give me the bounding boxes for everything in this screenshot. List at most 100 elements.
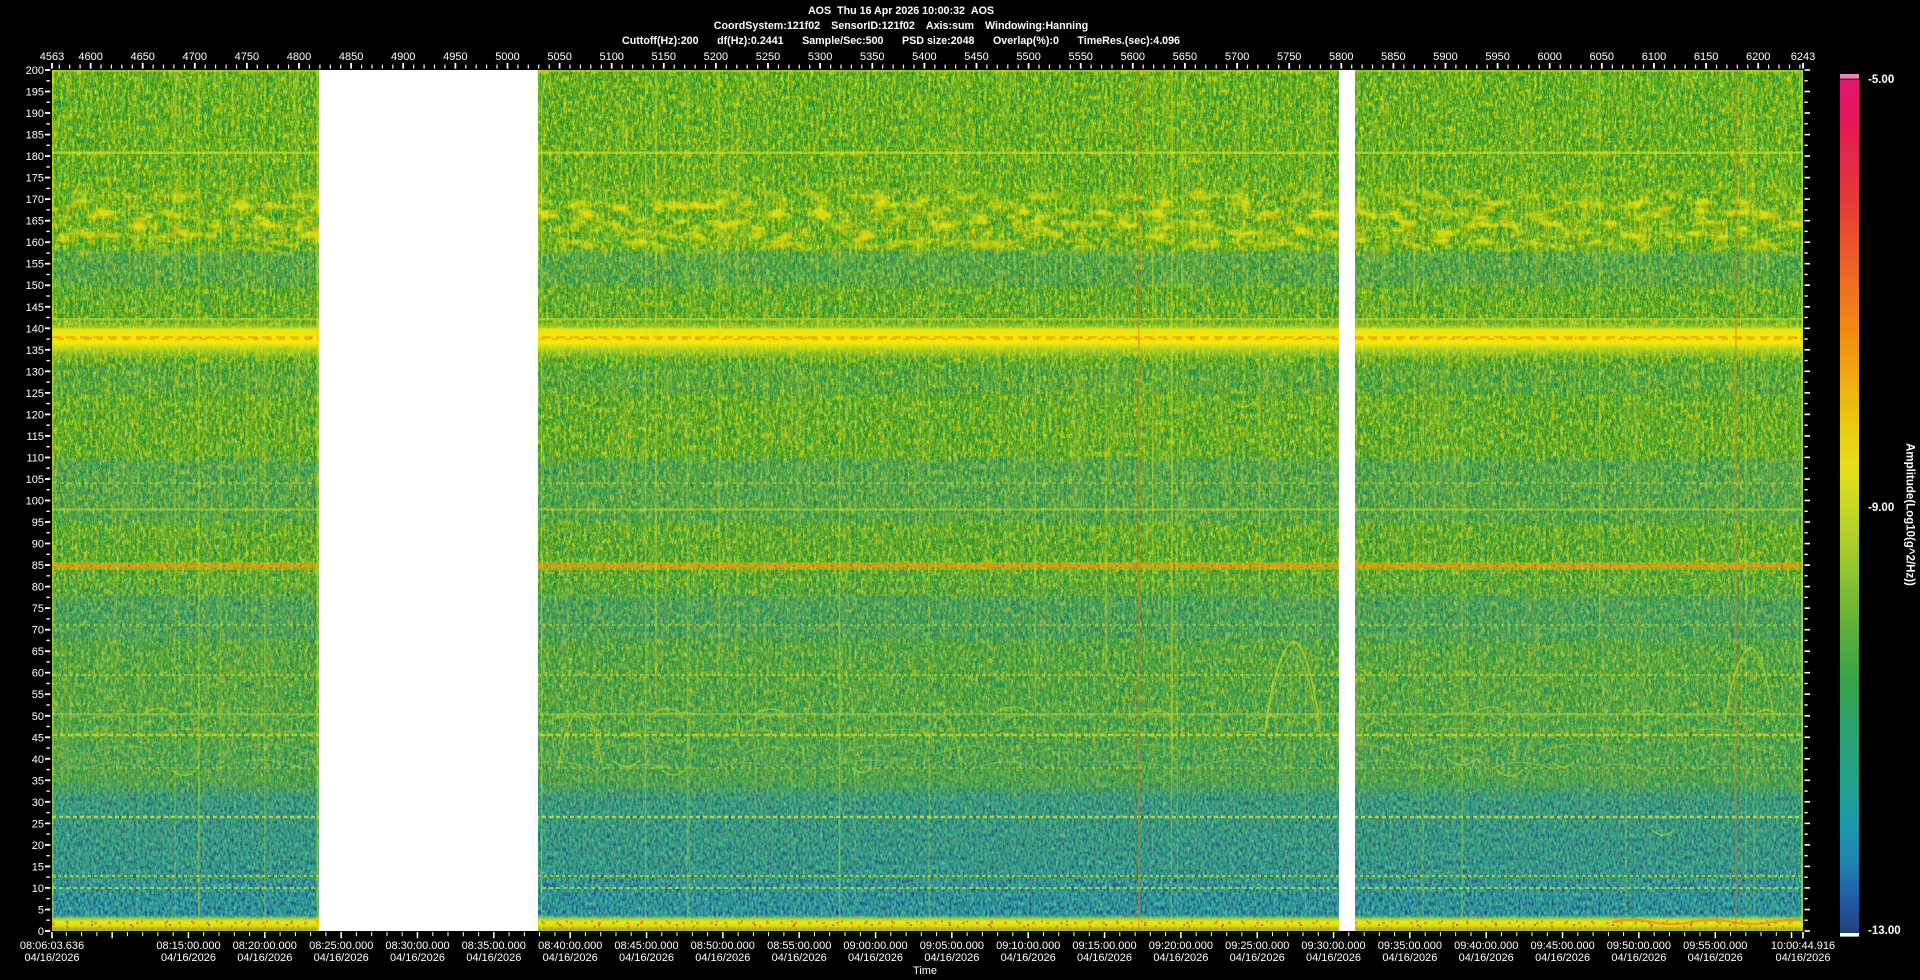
svg-text:185: 185: [26, 130, 44, 142]
svg-text:5750: 5750: [1277, 51, 1301, 63]
svg-text:15: 15: [32, 861, 44, 873]
svg-text:04/16/2026: 04/16/2026: [1382, 952, 1437, 964]
svg-text:45: 45: [32, 732, 44, 744]
svg-text:75: 75: [32, 603, 44, 615]
svg-text:04/16/2026: 04/16/2026: [1230, 952, 1285, 964]
svg-text:04/16/2026: 04/16/2026: [466, 952, 521, 964]
svg-text:5350: 5350: [860, 51, 884, 63]
svg-text:35: 35: [32, 775, 44, 787]
svg-text:08:30:00.000: 08:30:00.000: [385, 940, 449, 952]
svg-text:4700: 4700: [183, 51, 207, 63]
svg-text:65: 65: [32, 646, 44, 658]
svg-text:6050: 6050: [1590, 51, 1614, 63]
svg-text:4800: 4800: [287, 51, 311, 63]
svg-text:95: 95: [32, 517, 44, 529]
svg-text:4750: 4750: [235, 51, 259, 63]
svg-text:5800: 5800: [1329, 51, 1353, 63]
svg-text:5300: 5300: [808, 51, 832, 63]
svg-text:5500: 5500: [1016, 51, 1040, 63]
svg-text:170: 170: [26, 194, 44, 206]
svg-text:50: 50: [32, 711, 44, 723]
svg-text:165: 165: [26, 216, 44, 228]
svg-text:5650: 5650: [1173, 51, 1197, 63]
svg-text:10:00:44.916: 10:00:44.916: [1771, 940, 1835, 952]
svg-text:120: 120: [26, 409, 44, 421]
svg-text:6243: 6243: [1791, 51, 1815, 63]
svg-text:55: 55: [32, 689, 44, 701]
svg-text:5000: 5000: [495, 51, 519, 63]
svg-text:08:45:00.000: 08:45:00.000: [614, 940, 678, 952]
svg-text:Time: Time: [913, 965, 937, 977]
svg-text:5900: 5900: [1433, 51, 1457, 63]
svg-text:04/16/2026: 04/16/2026: [695, 952, 750, 964]
svg-text:130: 130: [26, 366, 44, 378]
svg-text:160: 160: [26, 237, 44, 249]
svg-text:04/16/2026: 04/16/2026: [1459, 952, 1514, 964]
svg-text:5450: 5450: [964, 51, 988, 63]
svg-text:04/16/2026: 04/16/2026: [1153, 952, 1208, 964]
svg-text:105: 105: [26, 474, 44, 486]
svg-text:-5.00: -5.00: [1868, 74, 1894, 86]
svg-text:5400: 5400: [912, 51, 936, 63]
svg-text:04/16/2026: 04/16/2026: [1611, 952, 1666, 964]
svg-text:08:06:03.636: 08:06:03.636: [20, 940, 84, 952]
svg-text:04/16/2026: 04/16/2026: [1775, 952, 1830, 964]
svg-text:135: 135: [26, 345, 44, 357]
svg-text:5050: 5050: [547, 51, 571, 63]
svg-text:09:25:00.000: 09:25:00.000: [1225, 940, 1289, 952]
svg-text:100: 100: [26, 496, 44, 508]
svg-text:09:45:00.000: 09:45:00.000: [1530, 940, 1594, 952]
svg-text:04/16/2026: 04/16/2026: [848, 952, 903, 964]
svg-text:6000: 6000: [1537, 51, 1561, 63]
svg-text:04/16/2026: 04/16/2026: [161, 952, 216, 964]
svg-text:80: 80: [32, 582, 44, 594]
svg-text:09:30:00.000: 09:30:00.000: [1301, 940, 1365, 952]
svg-text:-9.00: -9.00: [1868, 502, 1894, 514]
svg-text:175: 175: [26, 173, 44, 185]
svg-text:90: 90: [32, 539, 44, 551]
svg-text:08:20:00.000: 08:20:00.000: [233, 940, 297, 952]
svg-text:09:55:00.000: 09:55:00.000: [1683, 940, 1747, 952]
svg-text:04/16/2026: 04/16/2026: [1077, 952, 1132, 964]
svg-text:4900: 4900: [391, 51, 415, 63]
svg-text:30: 30: [32, 797, 44, 809]
svg-text:145: 145: [26, 302, 44, 314]
svg-text:08:55:00.000: 08:55:00.000: [767, 940, 831, 952]
svg-text:5: 5: [38, 905, 44, 917]
svg-text:08:40:00.000: 08:40:00.000: [538, 940, 602, 952]
svg-text:09:05:00.000: 09:05:00.000: [920, 940, 984, 952]
svg-text:04/16/2026: 04/16/2026: [1306, 952, 1361, 964]
svg-text:-13.00: -13.00: [1868, 925, 1901, 937]
svg-text:4563: 4563: [40, 51, 64, 63]
svg-text:08:35:00.000: 08:35:00.000: [462, 940, 526, 952]
svg-text:5100: 5100: [599, 51, 623, 63]
svg-text:60: 60: [32, 668, 44, 680]
svg-text:Amplitude(Log10(g^2/Hz)): Amplitude(Log10(g^2/Hz)): [1904, 443, 1916, 586]
svg-text:155: 155: [26, 259, 44, 271]
svg-text:70: 70: [32, 625, 44, 637]
svg-text:04/16/2026: 04/16/2026: [619, 952, 674, 964]
svg-text:08:50:00.000: 08:50:00.000: [691, 940, 755, 952]
svg-text:04/16/2026: 04/16/2026: [924, 952, 979, 964]
svg-text:6150: 6150: [1694, 51, 1718, 63]
svg-text:09:20:00.000: 09:20:00.000: [1149, 940, 1213, 952]
svg-text:5200: 5200: [704, 51, 728, 63]
svg-text:140: 140: [26, 323, 44, 335]
svg-text:5150: 5150: [652, 51, 676, 63]
svg-text:04/16/2026: 04/16/2026: [314, 952, 369, 964]
svg-text:85: 85: [32, 560, 44, 572]
svg-text:04/16/2026: 04/16/2026: [543, 952, 598, 964]
svg-text:04/16/2026: 04/16/2026: [772, 952, 827, 964]
svg-text:04/16/2026: 04/16/2026: [24, 952, 79, 964]
svg-text:190: 190: [26, 108, 44, 120]
svg-text:10: 10: [32, 883, 44, 895]
svg-text:110: 110: [26, 452, 44, 464]
svg-text:6100: 6100: [1642, 51, 1666, 63]
svg-text:115: 115: [26, 431, 44, 443]
svg-text:20: 20: [32, 840, 44, 852]
svg-text:5600: 5600: [1121, 51, 1145, 63]
svg-text:6200: 6200: [1746, 51, 1770, 63]
svg-text:5550: 5550: [1068, 51, 1092, 63]
svg-text:5950: 5950: [1485, 51, 1509, 63]
svg-text:09:10:00.000: 09:10:00.000: [996, 940, 1060, 952]
